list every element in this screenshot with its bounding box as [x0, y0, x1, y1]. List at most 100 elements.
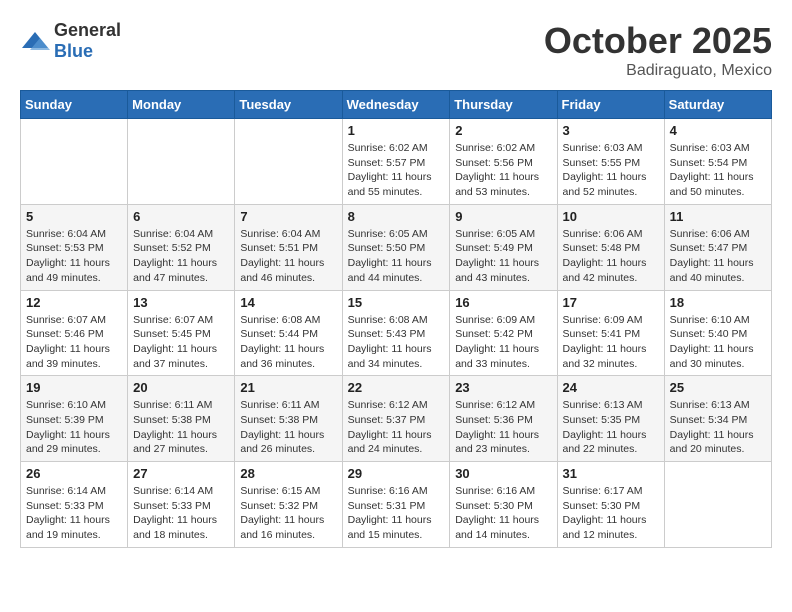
day-cell-17: 17 Sunrise: 6:09 AMSunset: 5:41 PMDayligh…: [557, 290, 664, 376]
day-info: Sunrise: 6:05 AMSunset: 5:50 PMDaylight:…: [348, 227, 445, 286]
day-cell-9: 9 Sunrise: 6:05 AMSunset: 5:49 PMDaylight…: [450, 204, 557, 290]
day-cell-4: 4 Sunrise: 6:03 AMSunset: 5:54 PMDaylight…: [664, 119, 771, 205]
calendar: SundayMondayTuesdayWednesdayThursdayFrid…: [20, 90, 772, 548]
day-info: Sunrise: 6:03 AMSunset: 5:55 PMDaylight:…: [563, 141, 659, 200]
day-cell-3: 3 Sunrise: 6:03 AMSunset: 5:55 PMDaylight…: [557, 119, 664, 205]
page-header: General Blue October 2025 Badiraguato, M…: [20, 20, 772, 80]
day-number: 23: [455, 380, 551, 395]
day-number: 6: [133, 209, 229, 224]
day-cell-11: 11 Sunrise: 6:06 AMSunset: 5:47 PMDayligh…: [664, 204, 771, 290]
day-number: 27: [133, 466, 229, 481]
day-cell-26: 26 Sunrise: 6:14 AMSunset: 5:33 PMDayligh…: [21, 462, 128, 548]
day-number: 4: [670, 123, 766, 138]
logo-blue: Blue: [54, 41, 93, 61]
day-number: 21: [240, 380, 336, 395]
day-info: Sunrise: 6:08 AMSunset: 5:43 PMDaylight:…: [348, 313, 445, 372]
title-block: October 2025 Badiraguato, Mexico: [544, 20, 772, 80]
empty-cell: [664, 462, 771, 548]
weekday-header-monday: Monday: [128, 91, 235, 119]
day-number: 3: [563, 123, 659, 138]
day-info: Sunrise: 6:09 AMSunset: 5:42 PMDaylight:…: [455, 313, 551, 372]
day-cell-31: 31 Sunrise: 6:17 AMSunset: 5:30 PMDayligh…: [557, 462, 664, 548]
day-info: Sunrise: 6:02 AMSunset: 5:56 PMDaylight:…: [455, 141, 551, 200]
day-cell-24: 24 Sunrise: 6:13 AMSunset: 5:35 PMDayligh…: [557, 376, 664, 462]
week-row-4: 19 Sunrise: 6:10 AMSunset: 5:39 PMDayligh…: [21, 376, 772, 462]
day-info: Sunrise: 6:04 AMSunset: 5:51 PMDaylight:…: [240, 227, 336, 286]
month-title: October 2025: [544, 20, 772, 62]
day-info: Sunrise: 6:13 AMSunset: 5:34 PMDaylight:…: [670, 398, 766, 457]
day-info: Sunrise: 6:10 AMSunset: 5:39 PMDaylight:…: [26, 398, 122, 457]
day-number: 18: [670, 295, 766, 310]
day-cell-8: 8 Sunrise: 6:05 AMSunset: 5:50 PMDaylight…: [342, 204, 450, 290]
day-cell-19: 19 Sunrise: 6:10 AMSunset: 5:39 PMDayligh…: [21, 376, 128, 462]
empty-cell: [235, 119, 342, 205]
location-title: Badiraguato, Mexico: [544, 62, 772, 80]
empty-cell: [21, 119, 128, 205]
day-info: Sunrise: 6:07 AMSunset: 5:46 PMDaylight:…: [26, 313, 122, 372]
day-cell-23: 23Sunrise: 6:12 AMSunset: 5:36 PMDayligh…: [450, 376, 557, 462]
day-number: 9: [455, 209, 551, 224]
day-info: Sunrise: 6:09 AMSunset: 5:41 PMDaylight:…: [563, 313, 659, 372]
day-cell-5: 5 Sunrise: 6:04 AMSunset: 5:53 PMDaylight…: [21, 204, 128, 290]
weekday-header-sunday: Sunday: [21, 91, 128, 119]
weekday-header-wednesday: Wednesday: [342, 91, 450, 119]
day-info: Sunrise: 6:17 AMSunset: 5:30 PMDaylight:…: [563, 484, 659, 543]
day-cell-21: 21 Sunrise: 6:11 AMSunset: 5:38 PMDayligh…: [235, 376, 342, 462]
day-number: 1: [348, 123, 445, 138]
week-row-5: 26 Sunrise: 6:14 AMSunset: 5:33 PMDayligh…: [21, 462, 772, 548]
weekday-header-friday: Friday: [557, 91, 664, 119]
day-cell-22: 22 Sunrise: 6:12 AMSunset: 5:37 PMDayligh…: [342, 376, 450, 462]
logo-icon: [20, 30, 50, 52]
day-info: Sunrise: 6:11 AMSunset: 5:38 PMDaylight:…: [240, 398, 336, 457]
day-info: Sunrise: 6:15 AMSunset: 5:32 PMDaylight:…: [240, 484, 336, 543]
day-number: 12: [26, 295, 122, 310]
day-info: Sunrise: 6:06 AMSunset: 5:48 PMDaylight:…: [563, 227, 659, 286]
day-number: 25: [670, 380, 766, 395]
day-cell-27: 27Sunrise: 6:14 AMSunset: 5:33 PMDayligh…: [128, 462, 235, 548]
day-info: Sunrise: 6:13 AMSunset: 5:35 PMDaylight:…: [563, 398, 659, 457]
day-info: Sunrise: 6:11 AMSunset: 5:38 PMDaylight:…: [133, 398, 229, 457]
empty-cell: [128, 119, 235, 205]
day-info: Sunrise: 6:14 AMSunset: 5:33 PMDaylight:…: [26, 484, 122, 543]
day-info: Sunrise: 6:06 AMSunset: 5:47 PMDaylight:…: [670, 227, 766, 286]
day-number: 30: [455, 466, 551, 481]
day-info: Sunrise: 6:04 AMSunset: 5:52 PMDaylight:…: [133, 227, 229, 286]
day-number: 22: [348, 380, 445, 395]
day-number: 29: [348, 466, 445, 481]
week-row-1: 1 Sunrise: 6:02 AMSunset: 5:57 PMDaylight…: [21, 119, 772, 205]
day-info: Sunrise: 6:03 AMSunset: 5:54 PMDaylight:…: [670, 141, 766, 200]
day-number: 11: [670, 209, 766, 224]
day-cell-14: 14Sunrise: 6:08 AMSunset: 5:44 PMDayligh…: [235, 290, 342, 376]
day-cell-18: 18 Sunrise: 6:10 AMSunset: 5:40 PMDayligh…: [664, 290, 771, 376]
day-cell-13: 13Sunrise: 6:07 AMSunset: 5:45 PMDayligh…: [128, 290, 235, 376]
day-info: Sunrise: 6:10 AMSunset: 5:40 PMDaylight:…: [670, 313, 766, 372]
weekday-header-saturday: Saturday: [664, 91, 771, 119]
day-cell-12: 12 Sunrise: 6:07 AMSunset: 5:46 PMDayligh…: [21, 290, 128, 376]
day-cell-28: 28Sunrise: 6:15 AMSunset: 5:32 PMDayligh…: [235, 462, 342, 548]
logo: General Blue: [20, 20, 121, 62]
day-info: Sunrise: 6:04 AMSunset: 5:53 PMDaylight:…: [26, 227, 122, 286]
day-info: Sunrise: 6:05 AMSunset: 5:49 PMDaylight:…: [455, 227, 551, 286]
day-number: 13: [133, 295, 229, 310]
day-number: 31: [563, 466, 659, 481]
weekday-header-row: SundayMondayTuesdayWednesdayThursdayFrid…: [21, 91, 772, 119]
day-number: 5: [26, 209, 122, 224]
day-info: Sunrise: 6:12 AMSunset: 5:37 PMDaylight:…: [348, 398, 445, 457]
day-cell-2: 2Sunrise: 6:02 AMSunset: 5:56 PMDaylight…: [450, 119, 557, 205]
day-number: 19: [26, 380, 122, 395]
day-cell-29: 29 Sunrise: 6:16 AMSunset: 5:31 PMDayligh…: [342, 462, 450, 548]
day-cell-15: 15Sunrise: 6:08 AMSunset: 5:43 PMDayligh…: [342, 290, 450, 376]
day-number: 24: [563, 380, 659, 395]
day-cell-7: 7Sunrise: 6:04 AMSunset: 5:51 PMDaylight…: [235, 204, 342, 290]
day-number: 17: [563, 295, 659, 310]
day-info: Sunrise: 6:02 AMSunset: 5:57 PMDaylight:…: [348, 141, 445, 200]
day-info: Sunrise: 6:16 AMSunset: 5:31 PMDaylight:…: [348, 484, 445, 543]
day-number: 14: [240, 295, 336, 310]
day-cell-20: 20Sunrise: 6:11 AMSunset: 5:38 PMDayligh…: [128, 376, 235, 462]
day-number: 26: [26, 466, 122, 481]
day-number: 8: [348, 209, 445, 224]
logo-general: General: [54, 20, 121, 40]
day-cell-6: 6 Sunrise: 6:04 AMSunset: 5:52 PMDaylight…: [128, 204, 235, 290]
day-cell-16: 16 Sunrise: 6:09 AMSunset: 5:42 PMDayligh…: [450, 290, 557, 376]
day-number: 16: [455, 295, 551, 310]
